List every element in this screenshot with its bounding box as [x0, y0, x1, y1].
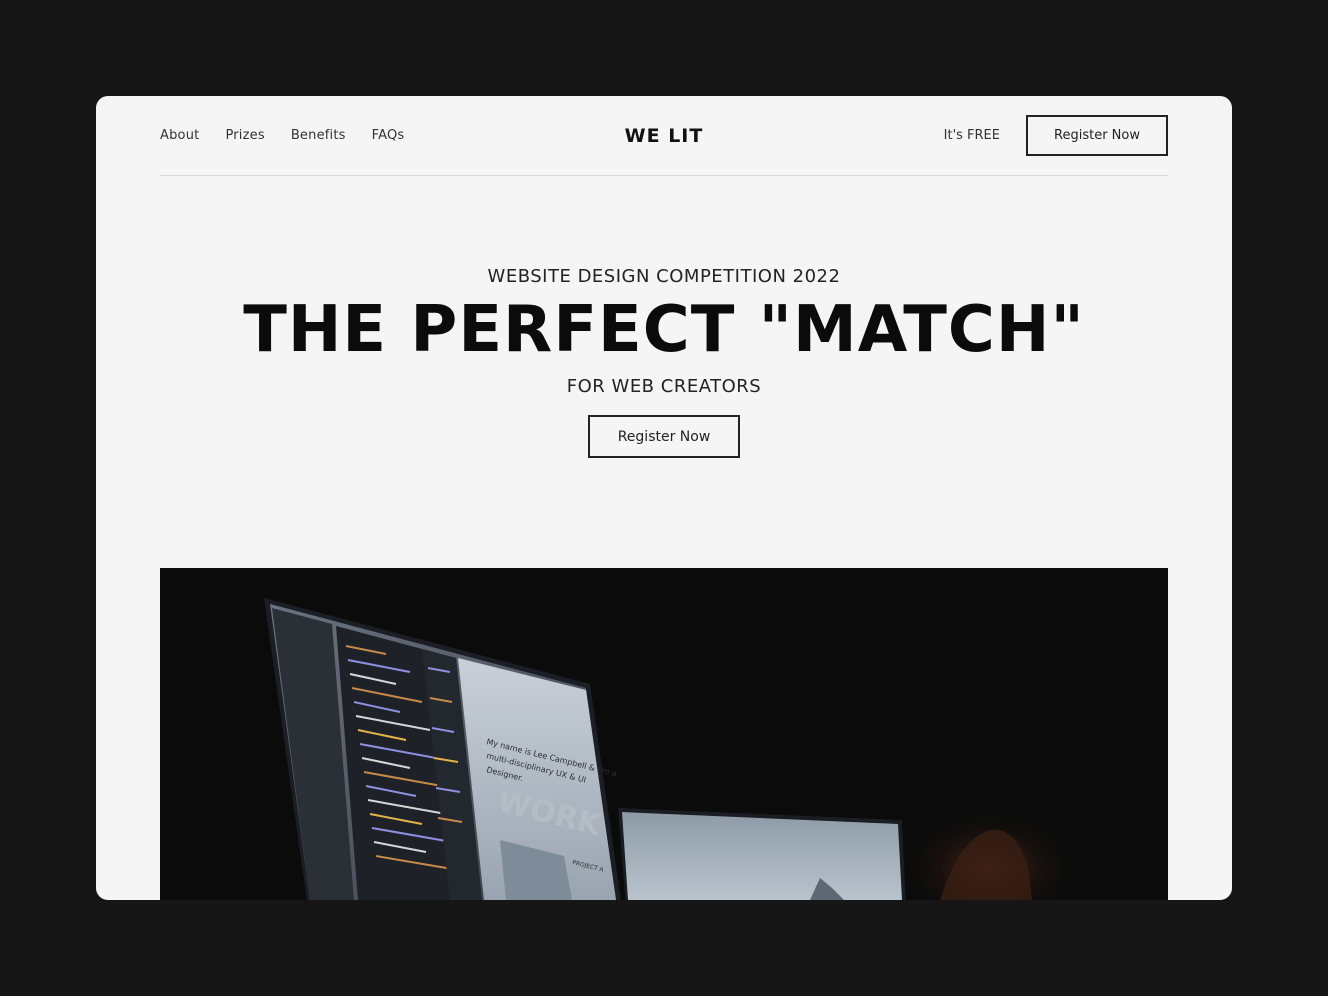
hero: WEBSITE DESIGN COMPETITION 2022 THE PERF… — [96, 266, 1232, 459]
free-label: It's FREE — [943, 128, 1000, 143]
nav-links: About Prizes Benefits FAQs — [160, 96, 404, 175]
hero-register-button[interactable]: Register Now — [588, 415, 740, 459]
nav-right: It's FREE Register Now — [944, 96, 1168, 175]
hero-eyebrow: WEBSITE DESIGN COMPETITION 2022 — [487, 266, 841, 287]
hero-subline: FOR WEB CREATORS — [566, 376, 762, 398]
page-card: About Prizes Benefits FAQs WE LIT It's F… — [96, 96, 1232, 900]
hero-headline: THE PERFECT "MATCH" — [243, 293, 1085, 367]
nav-link-prizes[interactable]: Prizes — [225, 128, 264, 143]
nav-link-about[interactable]: About — [160, 128, 199, 143]
nav-register-button[interactable]: Register Now — [1026, 115, 1168, 156]
laptops-illustration: My name is Lee Campbell & I'm a multi-di… — [264, 598, 1080, 900]
laptop-right-screen — [622, 812, 902, 900]
site-logo[interactable]: WE LIT — [625, 96, 704, 175]
hero-image: My name is Lee Campbell & I'm a multi-di… — [160, 568, 1168, 900]
nav-link-faqs[interactable]: FAQs — [372, 128, 405, 143]
top-nav: About Prizes Benefits FAQs WE LIT It's F… — [160, 96, 1168, 176]
nav-link-benefits[interactable]: Benefits — [291, 128, 346, 143]
